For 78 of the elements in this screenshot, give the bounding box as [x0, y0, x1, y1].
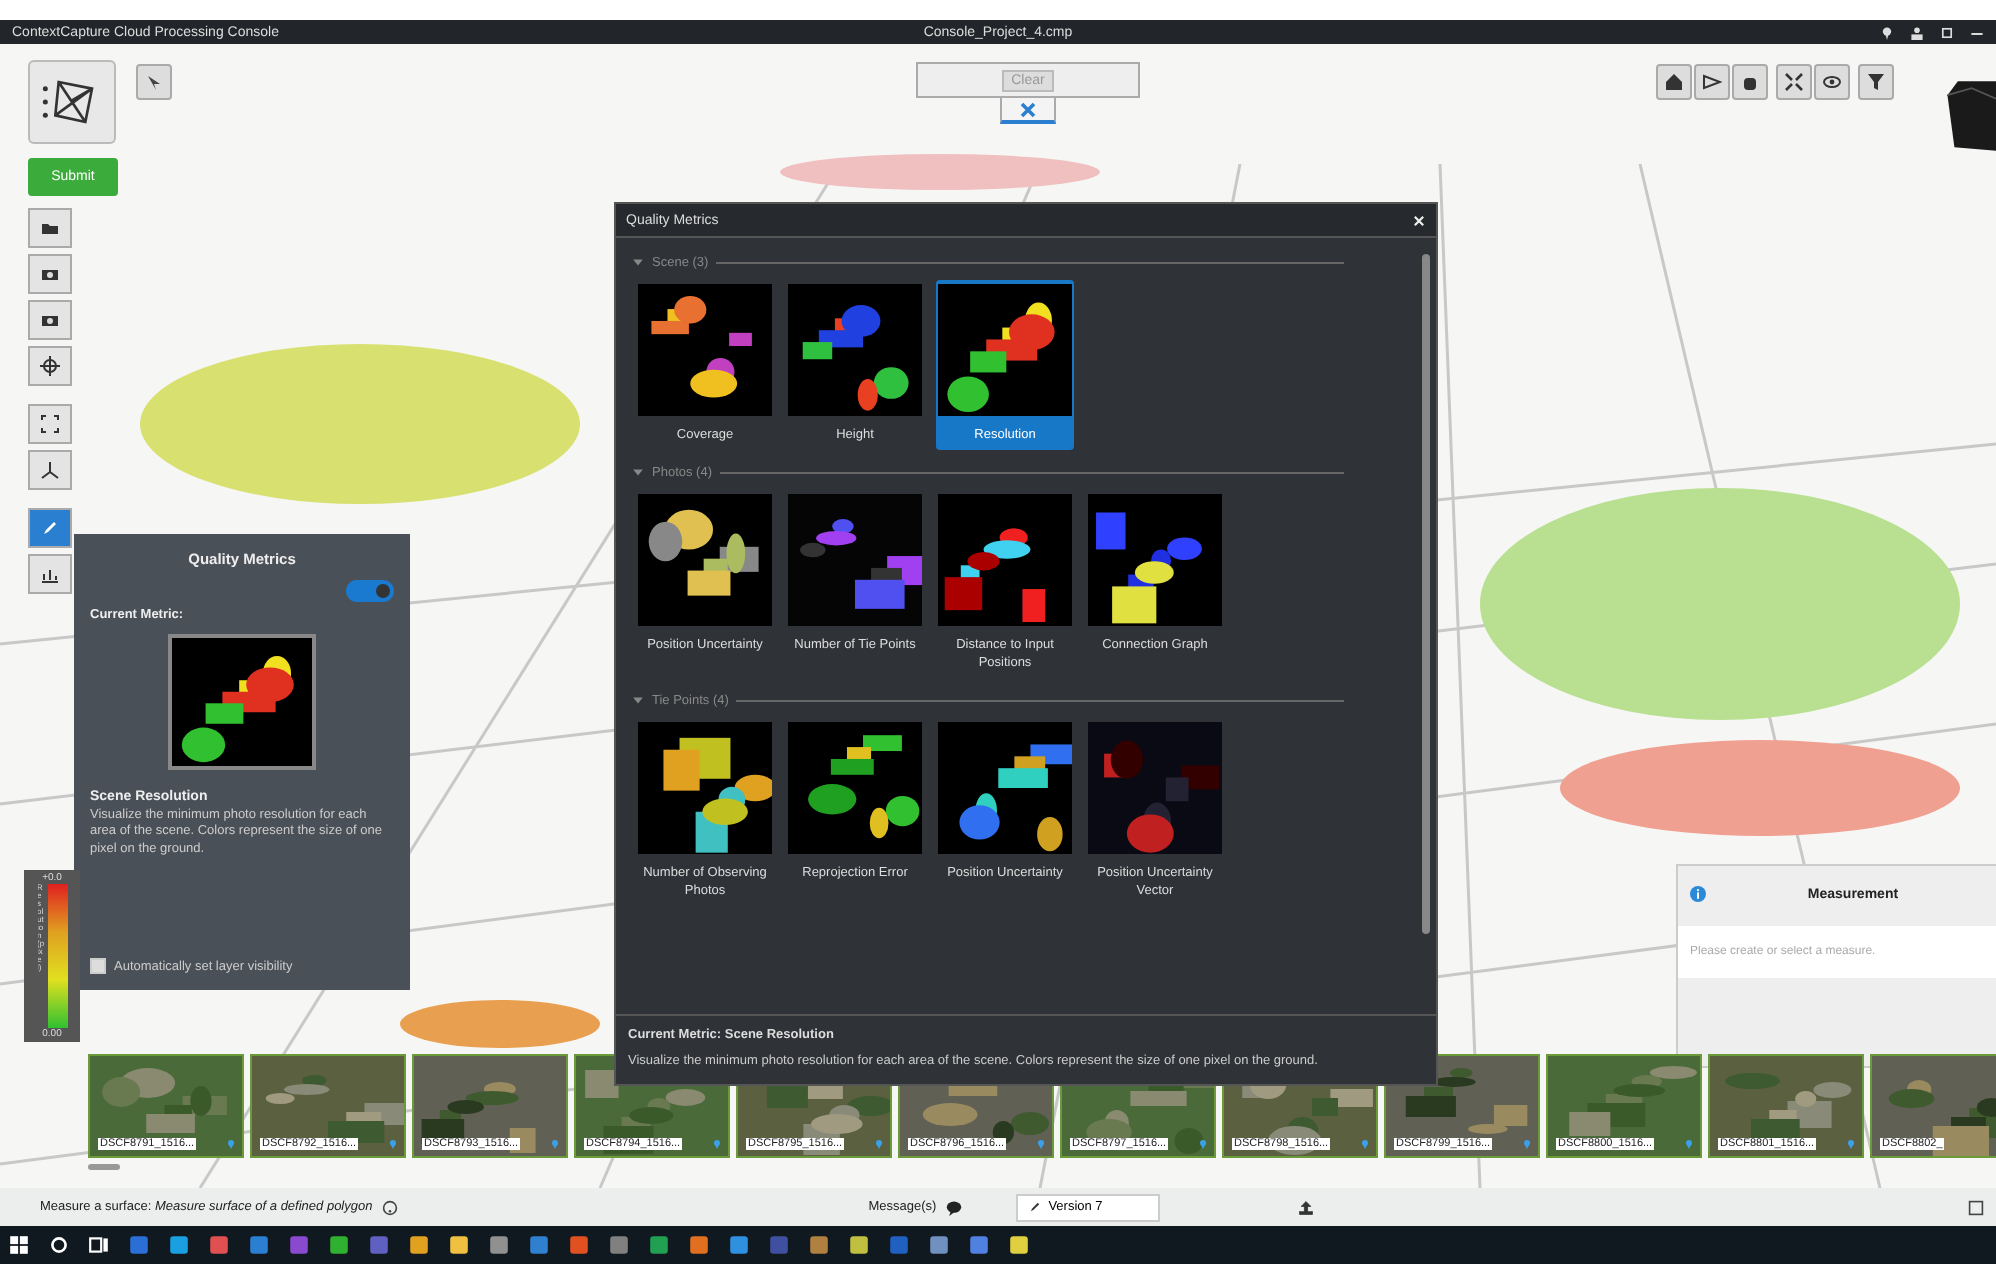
pin-icon — [226, 1138, 236, 1150]
search-icon[interactable] — [48, 1234, 70, 1256]
metric-preview[interactable] — [168, 634, 316, 770]
app-icon[interactable] — [488, 1234, 510, 1256]
info-icon[interactable] — [1690, 886, 1706, 902]
app-icon[interactable] — [168, 1234, 190, 1256]
fit-button[interactable] — [1776, 64, 1812, 100]
folder-icon — [40, 218, 60, 238]
pin-icon — [550, 1138, 560, 1150]
pencil-icon — [40, 518, 60, 538]
target-icon — [40, 356, 60, 376]
home-button[interactable] — [1656, 64, 1692, 100]
eye-icon — [1822, 72, 1842, 92]
app-icon[interactable] — [928, 1234, 950, 1256]
pin-icon — [1522, 1138, 1532, 1150]
app-logo[interactable] — [28, 60, 116, 144]
pin-icon — [1036, 1138, 1046, 1150]
color-scale — [47, 884, 67, 1028]
people-icon[interactable] — [1910, 25, 1924, 39]
pin-icon[interactable] — [1880, 25, 1894, 39]
app-icon[interactable] — [848, 1234, 870, 1256]
filter-icon — [1866, 72, 1886, 92]
caret-icon[interactable] — [632, 256, 644, 268]
pin-icon — [1360, 1138, 1370, 1150]
app-icon[interactable] — [608, 1234, 630, 1256]
tool-button[interactable] — [28, 404, 72, 444]
tool-button[interactable] — [28, 300, 72, 340]
chart-icon — [40, 564, 60, 584]
restore-icon[interactable] — [1940, 25, 1954, 39]
pin-icon — [1846, 1138, 1856, 1150]
camera-icon — [40, 264, 60, 284]
tool-button[interactable] — [28, 254, 72, 294]
tool-button[interactable] — [28, 346, 72, 386]
app-icon[interactable] — [448, 1234, 470, 1256]
visibility-button[interactable] — [1814, 64, 1850, 100]
axes-icon — [40, 460, 60, 480]
filter-button[interactable] — [1858, 64, 1894, 100]
frame-icon — [40, 414, 60, 434]
caret-icon[interactable] — [632, 466, 644, 479]
tool-button[interactable] — [28, 554, 72, 594]
checkbox[interactable] — [90, 958, 106, 974]
pencil-icon — [1028, 1200, 1043, 1214]
pick-button[interactable] — [136, 64, 172, 100]
toggle-switch[interactable] — [346, 580, 394, 602]
tool-button[interactable] — [28, 450, 72, 490]
cursor-icon — [144, 72, 164, 92]
pan-button[interactable] — [1732, 64, 1768, 100]
pin-icon — [388, 1138, 398, 1150]
app-icon[interactable] — [408, 1234, 430, 1256]
caret-icon[interactable] — [632, 694, 644, 707]
app-icon[interactable] — [1008, 1234, 1030, 1256]
upload-icon[interactable] — [1298, 1199, 1315, 1215]
scrollbar[interactable] — [88, 1164, 120, 1170]
app-icon[interactable] — [688, 1234, 710, 1256]
app-icon[interactable] — [808, 1234, 830, 1256]
camera-icon — [40, 310, 60, 330]
app-icon[interactable] — [208, 1234, 230, 1256]
scrollbar[interactable] — [1422, 254, 1430, 934]
pin-icon — [1198, 1138, 1208, 1150]
chat-icon[interactable] — [946, 1199, 963, 1215]
app-icon[interactable] — [648, 1234, 670, 1256]
app-icon[interactable] — [968, 1234, 990, 1256]
help-icon[interactable] — [382, 1199, 399, 1215]
house-icon — [1664, 72, 1684, 92]
cube-icon[interactable] — [1944, 76, 1996, 156]
app-icon[interactable] — [728, 1234, 750, 1256]
panel-icon[interactable] — [1968, 1199, 1984, 1215]
task-view-icon[interactable] — [88, 1234, 110, 1256]
view-button[interactable] — [1694, 64, 1730, 100]
windows-icon[interactable] — [8, 1234, 30, 1256]
tools-tab[interactable] — [1000, 96, 1056, 124]
close-icon[interactable] — [1412, 213, 1426, 227]
app-icon[interactable] — [328, 1234, 350, 1256]
tool-button[interactable] — [28, 208, 72, 248]
pin-icon — [712, 1138, 722, 1150]
pin-icon — [874, 1138, 884, 1150]
expand-icon — [1784, 72, 1804, 92]
pin-icon — [1684, 1138, 1694, 1150]
